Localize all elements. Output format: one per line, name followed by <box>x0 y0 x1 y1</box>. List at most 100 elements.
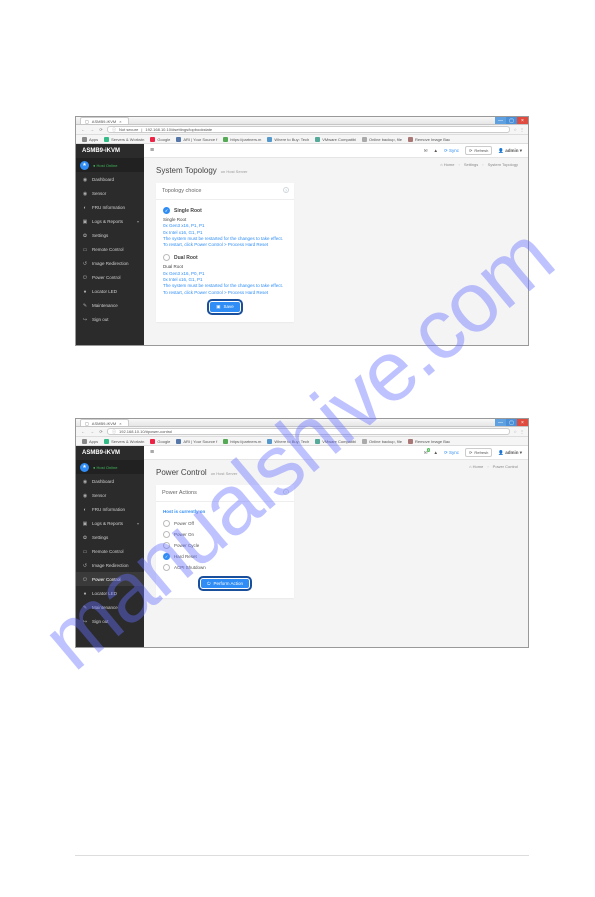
reload-icon[interactable]: ⟳ <box>98 429 104 434</box>
power-option-power-cycle[interactable]: Power Cycle <box>163 540 287 551</box>
bookmark-item[interactable]: Online backup, file <box>362 137 402 142</box>
perform-action-button[interactable]: ⏻ Perform Action <box>201 579 249 588</box>
sidebar-item-locator-led[interactable]: ●Locator LED <box>76 586 144 600</box>
reload-icon[interactable]: ⟳ <box>98 127 104 132</box>
hamburger-icon[interactable]: ≡ <box>150 449 154 456</box>
alert-icon[interactable]: ▲ <box>433 450 437 455</box>
url-field[interactable]: ⓘ 192.168.10.10/#power-control <box>107 428 510 435</box>
topology-card: Topology choice ? ✓ Single Root Single R… <box>156 183 294 322</box>
sidebar-item-fru-information[interactable]: ◐FRU Information <box>76 200 144 214</box>
bookmark-item[interactable]: Servers & Workstn <box>104 137 144 142</box>
help-icon[interactable]: ? <box>283 187 289 193</box>
url-field[interactable]: ⓘ Not secure | 192.168.10.10/#settings/t… <box>107 126 510 133</box>
close-button[interactable]: × <box>517 419 528 426</box>
breadcrumb-item[interactable]: Settings <box>464 162 478 167</box>
card-header: Power Actions ? <box>156 485 294 502</box>
back-icon[interactable]: ← <box>80 127 86 132</box>
forward-icon[interactable]: → <box>89 429 95 434</box>
menu-icon[interactable]: ⋮ <box>520 127 524 132</box>
bookmark-item[interactable]: https://partners.m <box>223 439 261 444</box>
radio-dual-root[interactable]: Dual Root <box>163 254 287 261</box>
minimize-button[interactable]: — <box>495 117 506 124</box>
browser-tab[interactable]: ▢ ASMB9-iKVM × <box>80 117 129 124</box>
sync-link[interactable]: ⟳ Sync <box>444 148 459 154</box>
bookmark-item[interactable]: https://partners.m <box>223 137 261 142</box>
bookmark-icon[interactable]: ☆ <box>513 429 517 434</box>
bookmark-item[interactable]: VMware Compatibi <box>315 137 356 142</box>
app-frame: ASMB9-iKVM ★ ● Host Online ◉Dashboard◉Se… <box>76 144 528 345</box>
sidebar-item-logs-reports[interactable]: ▣Logs & Reports▾ <box>76 516 144 530</box>
help-icon[interactable]: ? <box>283 489 289 495</box>
sidebar-item-remote-control[interactable]: ▭Remote Control <box>76 544 144 558</box>
sidebar-item-logs-reports[interactable]: ▣Logs & Reports▾ <box>76 214 144 228</box>
sidebar-item-sign-out[interactable]: ↪Sign out <box>76 614 144 628</box>
hamburger-icon[interactable]: ≡ <box>150 147 154 154</box>
maximize-button[interactable]: ▢ <box>506 419 517 426</box>
admin-menu[interactable]: 👤 admin ▾ <box>498 148 522 154</box>
bookmark-item[interactable]: Servers & Workstn <box>104 439 144 444</box>
forward-icon[interactable]: → <box>89 127 95 132</box>
tab-title: ASMB9-iKVM <box>92 119 116 124</box>
bookmark-item[interactable]: VMware Compatibi <box>315 439 356 444</box>
power-option-acpi-shutdown[interactable]: ACPI Shutdown <box>163 562 287 573</box>
breadcrumb-sep: › <box>487 464 488 469</box>
nav-label: Power Control <box>92 275 121 280</box>
bookmark-item[interactable]: ARI | Your Source f <box>176 439 217 444</box>
breadcrumb-item[interactable]: ⌂ Home <box>469 464 483 469</box>
sidebar-item-power-control[interactable]: ⏻Power Control <box>76 572 144 586</box>
security-icon: ⓘ <box>112 429 116 435</box>
sidebar-item-dashboard[interactable]: ◉Dashboard <box>76 474 144 488</box>
breadcrumb-item[interactable]: ⌂ Home <box>440 162 454 167</box>
page-title: Power Control on Host Server <box>156 468 516 477</box>
sidebar-item-power-control[interactable]: ⏻Power Control <box>76 270 144 284</box>
bookmark-item[interactable]: Apps <box>82 439 98 444</box>
bookmark-item[interactable]: Google <box>150 137 170 142</box>
sidebar-item-dashboard[interactable]: ◉Dashboard <box>76 172 144 186</box>
refresh-button[interactable]: ⟳ Refresh <box>465 448 492 457</box>
close-button[interactable]: × <box>517 117 528 124</box>
alert-icon[interactable]: ▲ <box>433 148 437 153</box>
sidebar-item-maintenance[interactable]: ✎Maintenance <box>76 600 144 614</box>
sidebar-item-sign-out[interactable]: ↪Sign out <box>76 312 144 326</box>
bookmark-item[interactable]: ARI | Your Source f <box>176 137 217 142</box>
sidebar-item-fru-information[interactable]: ◐FRU Information <box>76 502 144 516</box>
bookmark-item[interactable]: Google <box>150 439 170 444</box>
nav-label: Remote Control <box>92 549 124 554</box>
message-icon[interactable]: ✉ <box>424 148 428 154</box>
sidebar-item-settings[interactable]: ✿Settings <box>76 228 144 242</box>
sidebar-item-locator-led[interactable]: ●Locator LED <box>76 284 144 298</box>
bookmark-item[interactable]: Where to Buy: Tech <box>267 137 309 142</box>
sync-link[interactable]: ⟳ Sync <box>444 450 459 456</box>
bookmark-item[interactable]: Online backup, file <box>362 439 402 444</box>
save-button[interactable]: ▣ Save <box>210 302 240 312</box>
back-icon[interactable]: ← <box>80 429 86 434</box>
favicon <box>267 137 272 142</box>
sidebar-item-image-redirection[interactable]: ↺Image Redirection <box>76 256 144 270</box>
maximize-button[interactable]: ▢ <box>506 117 517 124</box>
bookmark-item[interactable]: Remove Image Bac <box>408 137 450 142</box>
sidebar-item-remote-control[interactable]: ▭Remote Control <box>76 242 144 256</box>
bookmark-icon[interactable]: ☆ <box>513 127 517 132</box>
refresh-button[interactable]: ⟳ Refresh <box>465 146 492 155</box>
sidebar-item-sensor[interactable]: ◉Sensor <box>76 186 144 200</box>
menu-icon[interactable]: ⋮ <box>520 429 524 434</box>
sidebar-item-settings[interactable]: ✿Settings <box>76 530 144 544</box>
radio-single-root[interactable]: ✓ Single Root <box>163 207 287 214</box>
minimize-button[interactable]: — <box>495 419 506 426</box>
bookmark-item[interactable]: Remove Image Bac <box>408 439 450 444</box>
nav-icon: ◐ <box>82 507 88 513</box>
tab-close-icon[interactable]: × <box>119 421 121 426</box>
sidebar-item-sensor[interactable]: ◉Sensor <box>76 488 144 502</box>
power-option-power-on[interactable]: Power On <box>163 529 287 540</box>
tab-close-icon[interactable]: × <box>119 119 121 124</box>
bookmark-item[interactable]: Where to Buy: Tech <box>267 439 309 444</box>
sidebar-item-image-redirection[interactable]: ↺Image Redirection <box>76 558 144 572</box>
browser-tab[interactable]: ▢ ASMB9-iKVM × <box>80 419 129 426</box>
message-icon[interactable]: ✉4 <box>424 450 428 456</box>
sidebar-item-maintenance[interactable]: ✎Maintenance <box>76 298 144 312</box>
power-option-power-off[interactable]: Power Off <box>163 518 287 529</box>
power-option-hard-reset[interactable]: ✓Hard Reset <box>163 551 287 562</box>
bookmark-item[interactable]: Apps <box>82 137 98 142</box>
bookmark-label: Google <box>157 137 170 142</box>
admin-menu[interactable]: 👤 admin ▾ <box>498 450 522 456</box>
